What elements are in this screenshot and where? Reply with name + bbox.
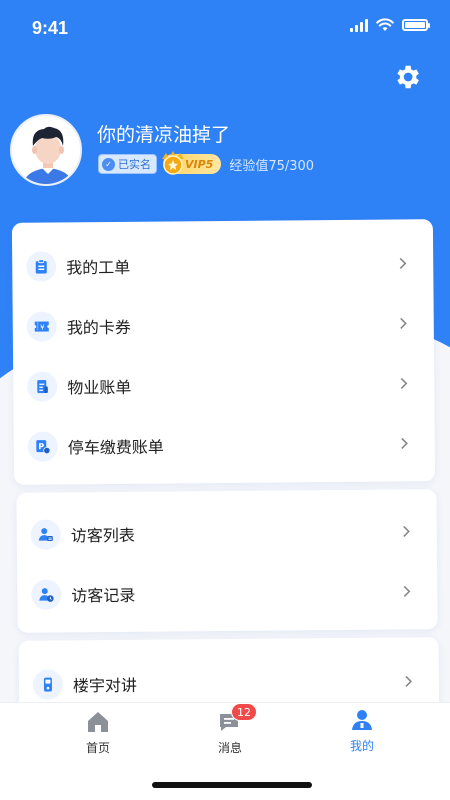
status-bar: 9:41 [0,0,450,56]
menu-item-label: 物业账单 [67,377,132,398]
intercom-icon [32,669,64,700]
menu-item-label: 我的卡券 [66,317,131,338]
vip-crown-icon [162,151,184,175]
settings-gear-icon[interactable] [392,62,422,92]
profile-screen: 9:41 你的清凉油掉了 ✓ 已实名 VIP5 经验值75/300 我的工单 ¥… [0,0,450,800]
tab-mine[interactable]: 我的 [322,707,402,757]
bill-icon [27,371,58,402]
chevron-right-icon [405,675,413,688]
unread-badge: 12 [231,703,257,721]
menu-item-visitor-list[interactable]: 访客列表 [17,501,438,565]
message-icon-wrap: 12 [217,703,257,735]
status-time: 9:41 [32,18,69,38]
menu-item-label: 访客列表 [70,525,135,546]
experience-label: 经验值75/300 [229,158,315,174]
menu-item-label: 访客记录 [71,585,136,606]
chevron-right-icon [401,437,408,450]
parking-icon: P [27,431,58,462]
menu-card-primary: 我的工单 ¥ 我的卡券 物业账单 P 停车缴费账单 [11,219,436,485]
menu-item-label: 楼宇对讲 [72,675,138,696]
battery-icon [402,19,430,31]
cellular-signal-icon [350,18,368,32]
chevron-right-icon [403,585,411,598]
tab-home[interactable]: 首页 [58,709,138,759]
username: 你的清凉油掉了 [97,124,231,146]
chevron-right-icon [400,377,408,390]
svg-text:¥: ¥ [40,324,45,332]
avatar[interactable] [10,114,82,186]
home-indicator[interactable] [152,782,312,788]
menu-item-property-bill[interactable]: 物业账单 [13,353,435,417]
menu-item-parking-bill[interactable]: P 停车缴费账单 [14,413,436,477]
clipboard-icon [26,251,57,282]
chevron-right-icon [400,317,407,330]
verified-label: 已实名 [118,158,151,171]
home-icon [88,712,108,732]
vip-badge[interactable]: VIP5 [162,151,222,175]
menu-card-visitors: 访客列表 访客记录 [16,489,438,633]
tab-label: 首页 [85,741,110,755]
user-icon [352,710,372,730]
status-icons [350,18,430,32]
visitor-list-icon [30,519,61,550]
tab-label: 我的 [349,739,374,753]
profile-badges: ✓ 已实名 VIP5 经验值75/300 [98,151,315,175]
tab-label: 消息 [217,741,242,755]
verified-shield-icon: ✓ [102,157,115,171]
visitor-record-icon [31,579,62,610]
menu-item-work-orders[interactable]: 我的工单 [12,233,434,297]
vip-label: VIP5 [185,157,214,171]
chevron-right-icon [399,257,407,270]
menu-item-visitor-record[interactable]: 访客记录 [17,561,438,625]
menu-item-coupons[interactable]: ¥ 我的卡券 [13,293,435,357]
menu-item-label: 停车缴费账单 [67,437,164,458]
chevron-right-icon [403,525,410,538]
coupon-icon: ¥ [26,311,57,342]
tab-messages[interactable]: 12 消息 [190,703,270,759]
verified-badge: ✓ 已实名 [98,154,157,174]
menu-item-label: 我的工单 [66,257,131,278]
wifi-icon [376,18,394,31]
